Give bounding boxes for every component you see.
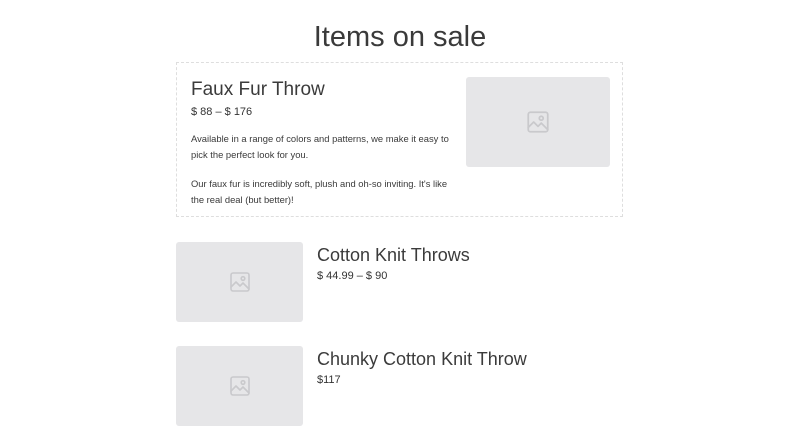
list-item[interactable]: Chunky Cotton Knit Throw $117 [176,346,624,426]
product-price: $ 44.99 – $ 90 [317,270,388,282]
list-item[interactable]: Cotton Knit Throws $ 44.99 – $ 90 [176,242,624,322]
featured-product-card[interactable]: Faux Fur Throw $ 88 – $ 176 Available in… [176,62,623,217]
product-image-placeholder[interactable] [176,242,303,322]
product-image-placeholder[interactable] [176,346,303,426]
product-name[interactable]: Faux Fur Throw [191,79,325,101]
page-title: Items on sale [313,21,487,54]
product-name[interactable]: Chunky Cotton Knit Throw [317,348,527,370]
product-price: $ 88 – $ 176 [191,106,253,118]
page: Items on sale Faux Fur Throw $ 88 – $ 17… [0,0,800,426]
image-placeholder-icon [229,272,250,292]
image-placeholder-icon [527,111,549,133]
image-placeholder-icon [229,376,250,396]
product-image-placeholder[interactable] [466,77,610,167]
description-paragraph: Our faux fur is incredibly soft, plush a… [191,178,448,205]
product-name[interactable]: Cotton Knit Throws [317,244,470,266]
product-description: Available in a range of colors and patte… [191,131,453,221]
product-price: $117 [317,374,341,386]
description-paragraph: Available in a range of colors and patte… [191,133,449,160]
